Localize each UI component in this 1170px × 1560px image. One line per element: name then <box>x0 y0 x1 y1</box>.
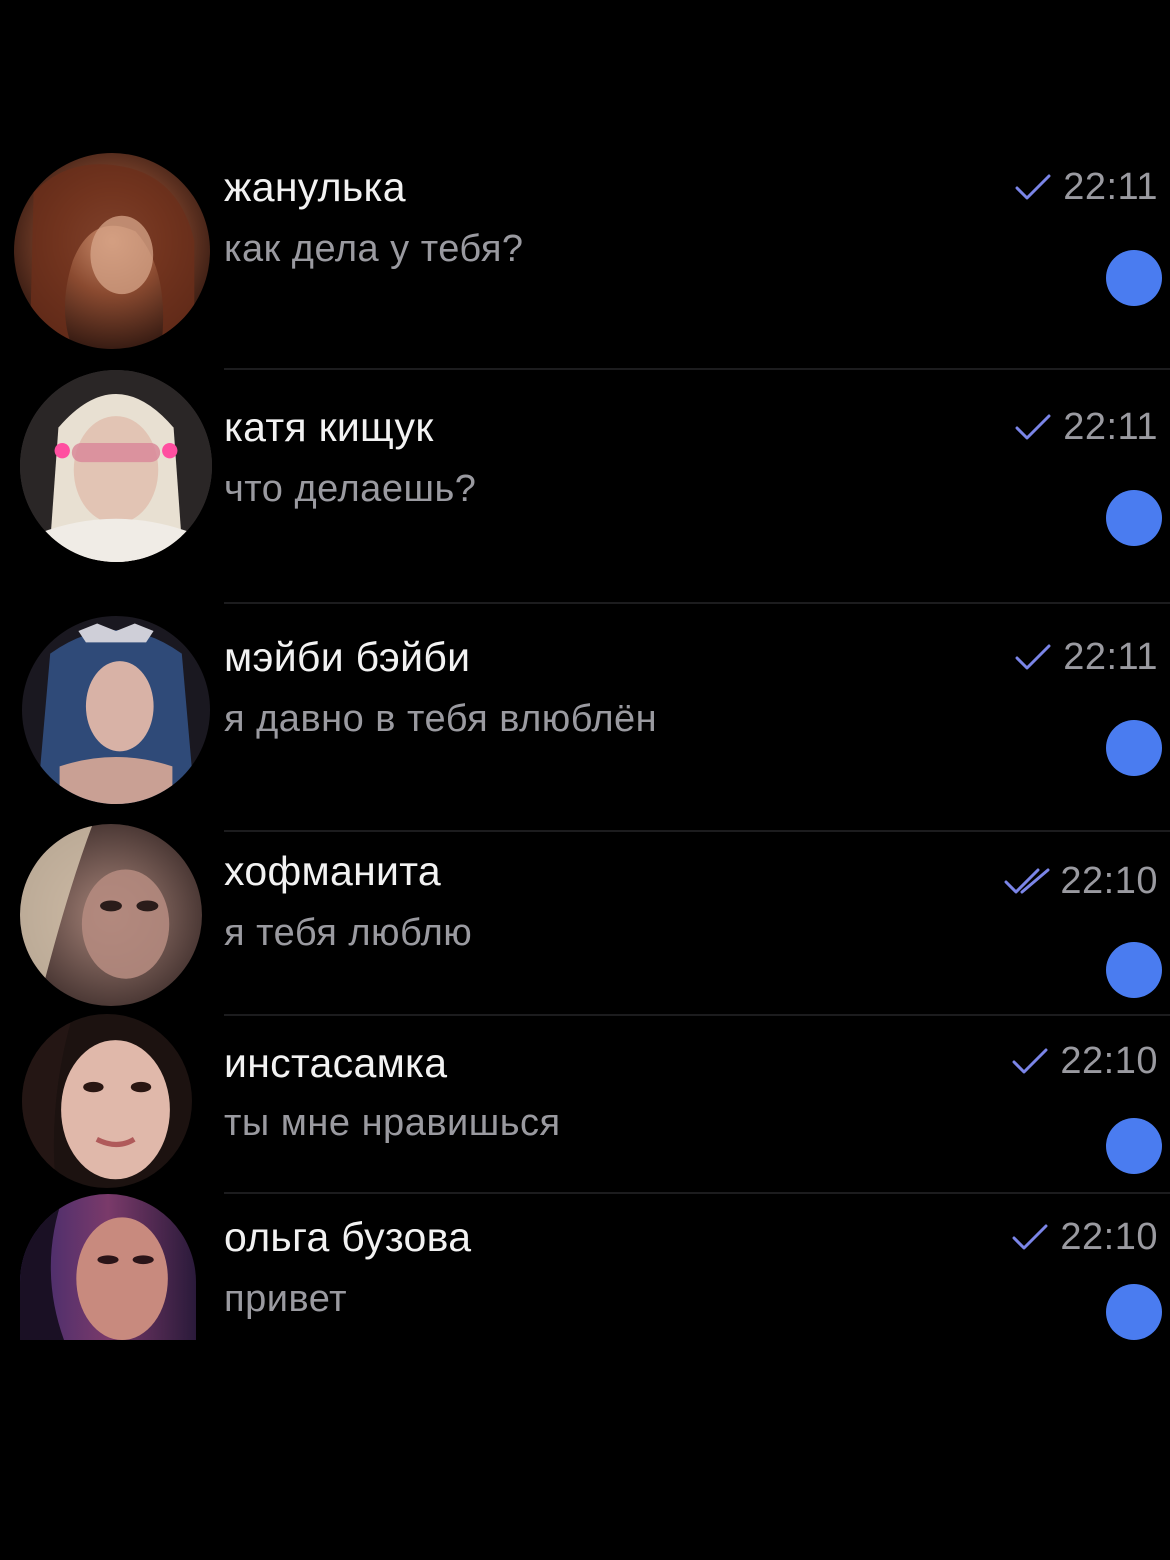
avatar <box>22 616 210 804</box>
message-time: 22:11 <box>1063 635 1158 678</box>
avatar <box>22 1014 192 1188</box>
avatar <box>20 1194 196 1340</box>
chat-row[interactable]: жанулька как дела у тебя? 22:11 <box>0 150 1170 370</box>
message-meta: 22:10 <box>1004 858 1158 904</box>
chat-row[interactable]: мэйби бэйби я давно в тебя влюблён 22:11 <box>0 612 1170 830</box>
divider <box>224 602 1170 604</box>
avatar <box>14 153 210 349</box>
message-preview: я давно в тебя влюблён <box>224 698 658 740</box>
message-time: 22:10 <box>1060 1039 1158 1082</box>
check-icon <box>1013 642 1053 672</box>
check-icon <box>1013 172 1053 202</box>
chat-row[interactable]: хофманита я тебя люблю 22:10 <box>0 822 1170 1012</box>
chat-row[interactable]: инстасамка ты мне нравишься 22:10 <box>0 1014 1170 1192</box>
chat-name: мэйби бэйби <box>224 634 471 680</box>
message-preview: как дела у тебя? <box>224 228 524 270</box>
unread-indicator <box>1106 720 1162 776</box>
message-preview: что делаешь? <box>224 468 477 510</box>
message-meta: 22:10 <box>1010 1038 1158 1084</box>
message-time: 22:10 <box>1060 1215 1158 1258</box>
unread-indicator <box>1106 250 1162 306</box>
message-meta: 22:11 <box>1013 404 1158 450</box>
chat-row[interactable]: катя кищук что делаешь? 22:11 <box>0 370 1170 602</box>
chat-name: жанулька <box>224 164 406 210</box>
check-icon <box>1010 1046 1050 1076</box>
avatar <box>20 824 202 1006</box>
check-icon <box>1013 412 1053 442</box>
check-icon <box>1010 1222 1050 1252</box>
message-meta: 22:10 <box>1010 1214 1158 1260</box>
chat-row[interactable]: ольга бузова привет 22:10 <box>0 1194 1170 1340</box>
unread-indicator <box>1106 1284 1162 1340</box>
unread-indicator <box>1106 942 1162 998</box>
unread-indicator <box>1106 490 1162 546</box>
message-preview: я тебя люблю <box>224 912 473 954</box>
avatar <box>20 370 212 562</box>
message-preview: ты мне нравишься <box>224 1102 561 1144</box>
message-meta: 22:11 <box>1013 634 1158 680</box>
chat-name: ольга бузова <box>224 1214 472 1260</box>
chat-name: инстасамка <box>224 1040 448 1086</box>
message-time: 22:10 <box>1060 859 1158 902</box>
message-preview: привет <box>224 1278 347 1320</box>
message-meta: 22:11 <box>1013 164 1158 210</box>
chat-name: катя кищук <box>224 404 434 450</box>
chat-name: хофманита <box>224 848 441 894</box>
message-time: 22:11 <box>1063 165 1158 208</box>
unread-indicator <box>1106 1118 1162 1174</box>
chat-list: жанулька как дела у тебя? 22:11 катя кищ… <box>0 0 1170 1560</box>
message-time: 22:11 <box>1063 405 1158 448</box>
double-check-icon <box>1004 866 1050 896</box>
